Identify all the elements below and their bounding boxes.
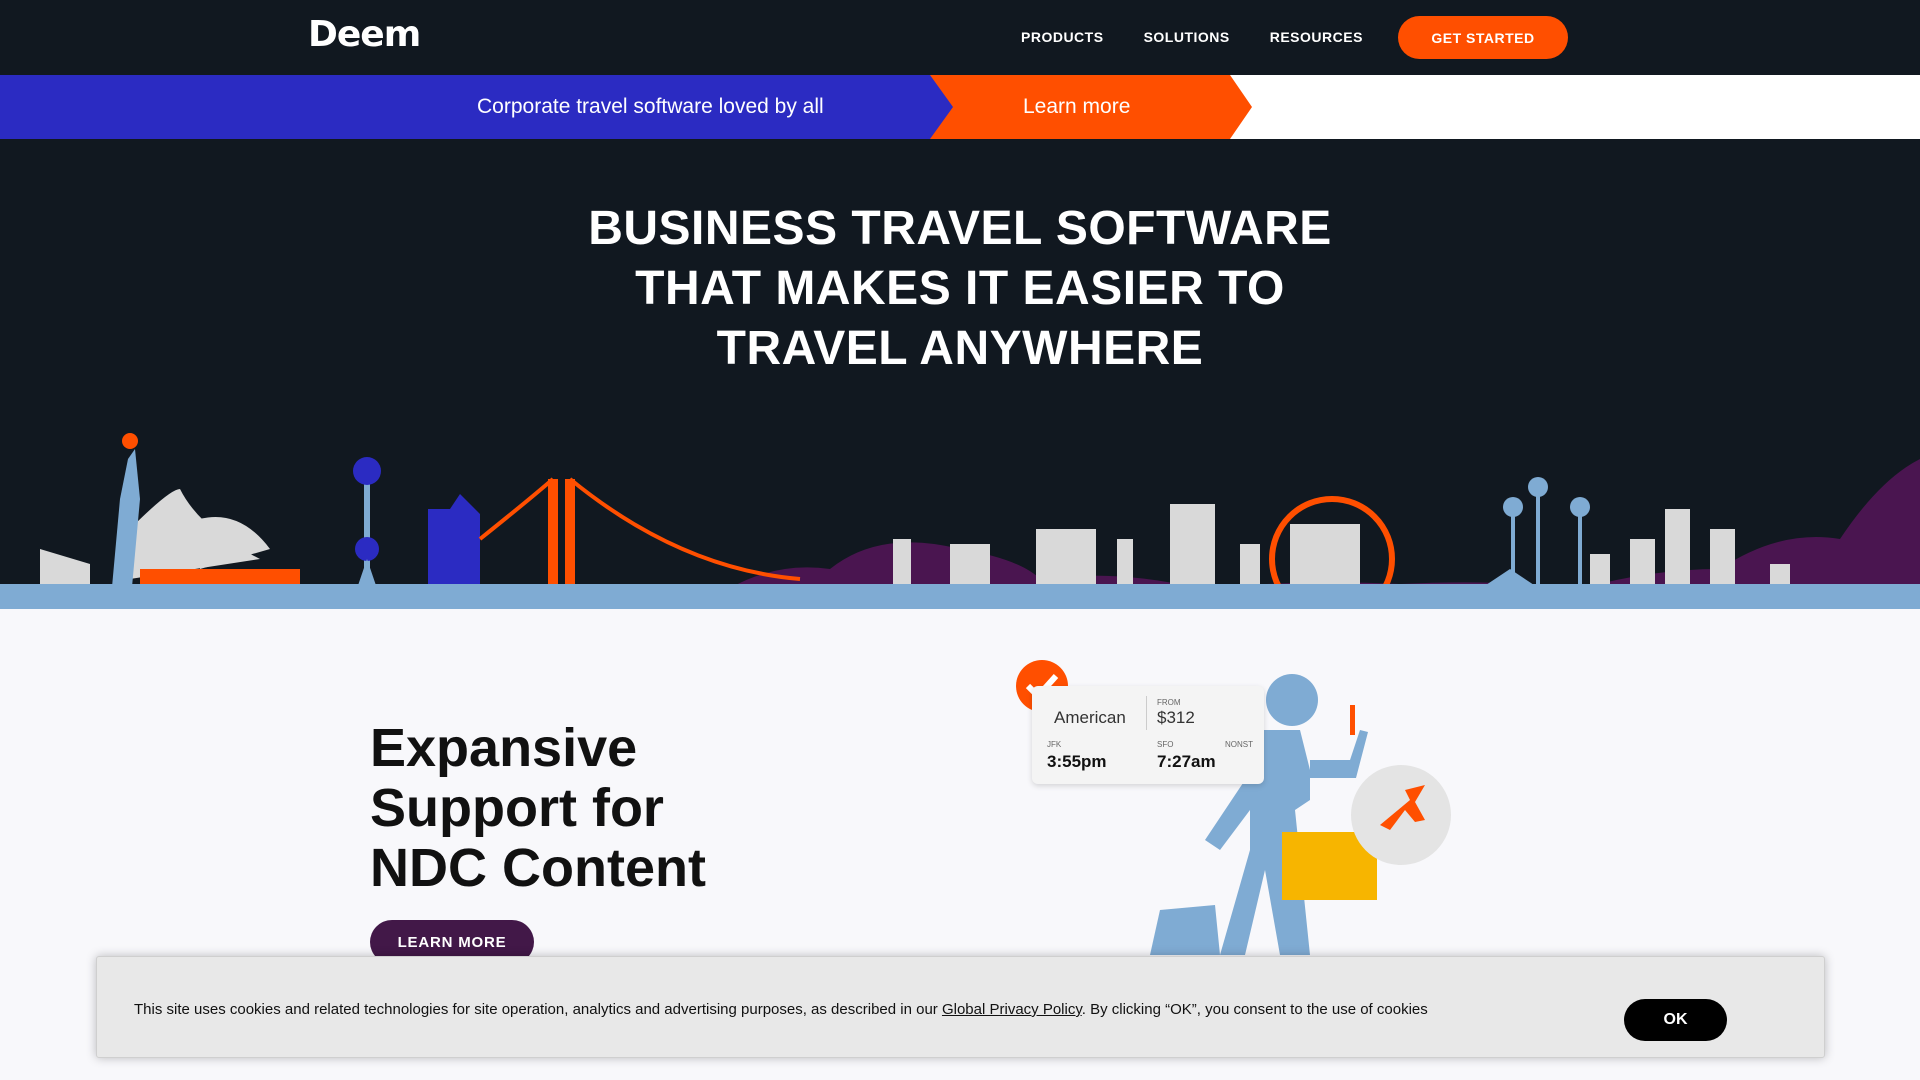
flight-airline: American xyxy=(1054,708,1126,727)
nav-solutions[interactable]: SOLUTIONS xyxy=(1144,29,1230,45)
flight-card-divider xyxy=(1146,696,1147,730)
banner-message: Corporate travel software loved by all xyxy=(477,95,824,118)
flight-depart-time: 3:55pm xyxy=(1047,752,1107,771)
get-started-button[interactable]: GET STARTED xyxy=(1398,16,1568,59)
cookie-message: This site uses cookies and related techn… xyxy=(134,1001,1428,1018)
hero-title-line: TRAVEL ANYWHERE xyxy=(716,322,1204,375)
promo-banner: Corporate travel software loved by all L… xyxy=(0,75,1920,139)
cookie-text-before: This site uses cookies and related techn… xyxy=(134,1001,942,1018)
hero-title-line: BUSINESS TRAVEL SOFTWARE xyxy=(588,202,1332,255)
feature-title-line: NDC Content xyxy=(370,838,706,898)
city-skyline-illustration xyxy=(35,433,1920,609)
feature-title: Expansive Support for NDC Content xyxy=(370,718,706,898)
hero-title-line: THAT MAKES IT EASIER TO xyxy=(635,262,1285,315)
nav-resources[interactable]: RESOURCES xyxy=(1270,29,1363,45)
flight-origin: JFK xyxy=(1047,740,1062,749)
flight-destination: SFO xyxy=(1157,740,1174,749)
hero-section: BUSINESS TRAVEL SOFTWARE THAT MAKES IT E… xyxy=(0,139,1920,609)
feature-title-line: Support for xyxy=(370,778,664,838)
flight-arrive-time: 7:27am xyxy=(1157,752,1216,771)
flight-from-label: FROM xyxy=(1157,698,1181,707)
deem-logo[interactable]: Deem xyxy=(308,14,421,55)
privacy-policy-link[interactable]: Global Privacy Policy xyxy=(942,1001,1082,1018)
flight-price: $312 xyxy=(1157,708,1195,727)
cookie-text-after: . By clicking “OK”, you consent to the u… xyxy=(1081,1001,1428,1018)
flight-stops: NONST xyxy=(1225,740,1253,749)
banner-learn-more-link[interactable]: Learn more xyxy=(1023,95,1130,119)
feature-title-line: Expansive xyxy=(370,718,638,778)
nav-links: PRODUCTS SOLUTIONS RESOURCES xyxy=(1021,29,1363,45)
cookie-ok-button[interactable]: OK xyxy=(1624,999,1727,1041)
flight-card: American FROM $312 JFK 3:55pm SFO 7:27am… xyxy=(1032,686,1264,784)
hero-title: BUSINESS TRAVEL SOFTWARE THAT MAKES IT E… xyxy=(0,199,1920,379)
cookie-consent-bar: This site uses cookies and related techn… xyxy=(96,956,1825,1058)
nav-products[interactable]: PRODUCTS xyxy=(1021,29,1104,45)
top-nav: Deem PRODUCTS SOLUTIONS RESOURCES GET ST… xyxy=(0,0,1920,75)
hero-ground-strip xyxy=(0,584,1920,609)
